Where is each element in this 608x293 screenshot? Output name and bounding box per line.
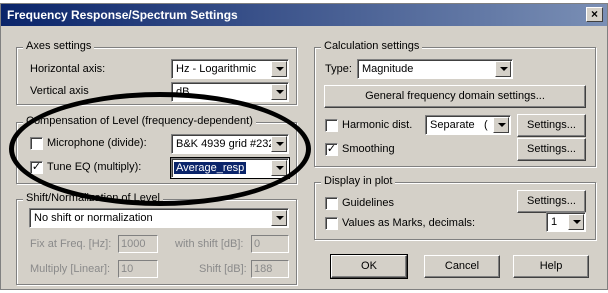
ok-button[interactable]: OK [330, 254, 408, 279]
type-value: Magnitude [362, 63, 414, 75]
with-shift-input[interactable]: 0 [251, 235, 289, 253]
harmonic-dist-label: Harmonic dist. [342, 119, 413, 131]
display-in-plot-legend: Display in plot [321, 175, 396, 187]
harmonic-dist-select[interactable]: Separate ( [425, 115, 511, 135]
vertical-axis-select[interactable]: dB [171, 82, 289, 102]
calculation-settings-legend: Calculation settings [321, 40, 423, 52]
type-select[interactable]: Magnitude [357, 59, 513, 79]
close-button[interactable]: × [586, 7, 603, 22]
tune-eq-label: Tune EQ (multiply): [47, 161, 142, 173]
values-as-marks-checkbox[interactable] [325, 217, 338, 230]
microphone-value: B&K 4939 grid #2327 [176, 138, 272, 150]
multiply-input[interactable]: 10 [118, 260, 158, 278]
type-label: Type: [325, 63, 352, 75]
harmonic-dist-value: Separate [430, 119, 475, 131]
harmonic-dist-checkbox[interactable] [325, 119, 338, 132]
horizontal-axis-value: Hz - Logarithmic [176, 63, 257, 75]
guidelines-settings-button[interactable]: Settings... [517, 190, 586, 213]
shift-normalization-legend: Shift/Normalization of Level [23, 192, 163, 204]
smoothing-label: Smoothing [342, 143, 395, 155]
shift-db-label: Shift [dB]: [199, 263, 247, 275]
chevron-down-icon[interactable] [271, 136, 287, 152]
guidelines-checkbox[interactable] [325, 197, 338, 210]
guidelines-label: Guidelines [342, 197, 394, 209]
vertical-axis-value: dB [176, 86, 190, 98]
cancel-button[interactable]: Cancel [424, 255, 500, 278]
chevron-down-icon[interactable] [271, 84, 287, 100]
chevron-down-icon[interactable] [271, 61, 287, 77]
settings-dialog: Frequency Response/Spectrum Settings × A… [0, 3, 608, 290]
multiply-label: Multiply [Linear]: [30, 263, 111, 275]
microphone-checkbox[interactable] [30, 137, 43, 150]
general-frequency-settings-button[interactable]: General frequency domain settings... [324, 85, 586, 108]
compensation-legend: Compensation of Level (frequency-depende… [23, 115, 256, 127]
window-title: Frequency Response/Spectrum Settings [7, 8, 238, 22]
chevron-down-icon[interactable] [493, 117, 509, 133]
chevron-down-icon[interactable] [568, 214, 584, 230]
shift-db-input[interactable]: 188 [251, 260, 289, 278]
axes-settings-legend: Axes settings [23, 40, 95, 52]
horizontal-axis-select[interactable]: Hz - Logarithmic [171, 59, 289, 79]
chevron-down-icon[interactable] [271, 210, 287, 226]
harmonic-settings-button[interactable]: Settings... [517, 114, 586, 137]
decimals-value: 1 [551, 216, 558, 228]
values-as-marks-label: Values as Marks, decimals: [342, 217, 476, 229]
microphone-select[interactable]: B&K 4939 grid #2327 [171, 134, 289, 154]
tune-eq-checkbox[interactable]: ✓ [30, 161, 43, 174]
decimals-select[interactable]: 1 [546, 212, 586, 232]
chevron-down-icon[interactable] [495, 61, 511, 77]
tune-eq-select[interactable]: Average_resp [170, 157, 290, 179]
horizontal-axis-label: Horizontal axis: [30, 63, 106, 75]
microphone-label: Microphone (divide): [47, 137, 147, 149]
help-button[interactable]: Help [513, 255, 589, 278]
tune-eq-value: Average_resp [174, 162, 247, 174]
harmonic-dist-extra: ( [484, 119, 488, 131]
shift-mode-select[interactable]: No shift or normalization [29, 208, 289, 228]
fix-freq-label: Fix at Freq. [Hz]: [30, 238, 112, 250]
fix-freq-input[interactable]: 1000 [118, 235, 158, 253]
smoothing-settings-button[interactable]: Settings... [517, 138, 586, 161]
smoothing-checkbox[interactable]: ✓ [325, 143, 338, 156]
vertical-axis-label: Vertical axis [30, 85, 89, 97]
with-shift-label: with shift [dB]: [175, 238, 244, 250]
shift-mode-value: No shift or normalization [34, 212, 153, 224]
chevron-down-icon[interactable] [271, 160, 287, 176]
title-bar: Frequency Response/Spectrum Settings [1, 4, 607, 26]
